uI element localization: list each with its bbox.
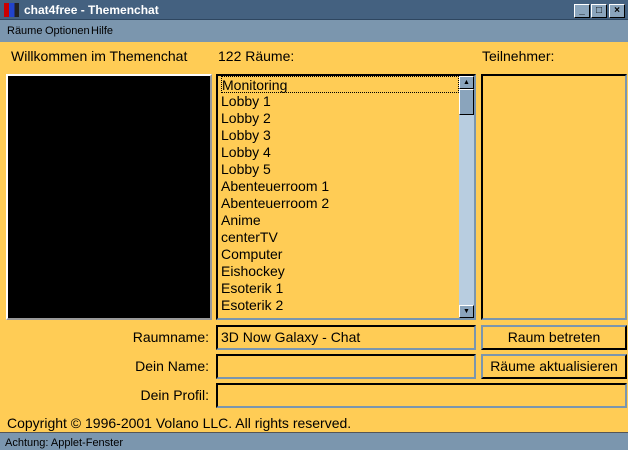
roomname-label: Raumname: (132, 329, 209, 345)
room-list-item[interactable]: Esoterik 2 (221, 297, 459, 314)
close-button[interactable]: × (609, 4, 625, 18)
room-list-item[interactable]: Lobby 2 (221, 110, 459, 127)
roomname-input[interactable]: 3D Now Galaxy - Chat (216, 325, 476, 350)
room-list-item[interactable]: Abenteuerroom 1 (221, 178, 459, 195)
profile-label: Dein Profil: (140, 387, 209, 403)
scroll-down-icon[interactable]: ▼ (459, 305, 474, 318)
title-bar: chat4free - Themenchat _ □ × (0, 0, 628, 20)
room-list-scrollbar[interactable]: ▲ ▼ (459, 76, 474, 318)
scroll-thumb[interactable] (459, 89, 474, 115)
room-list-item[interactable]: centerTV (221, 229, 459, 246)
menu-hilfe[interactable]: Hilfe (91, 25, 113, 37)
yourname-label: Dein Name: (135, 358, 209, 374)
copyright: Copyright © 1996-2001 Volano LLC. All ri… (7, 415, 352, 431)
status-bar: Achtung: Applet-Fenster (0, 432, 628, 450)
menu-raeume[interactable]: Räume (7, 25, 42, 37)
room-list-item[interactable]: Lobby 3 (221, 127, 459, 144)
app-icon[interactable] (4, 3, 19, 17)
profile-input[interactable] (216, 383, 627, 408)
room-list-item[interactable]: Computer (221, 246, 459, 263)
welcome-label: Willkommen im Themenchat (11, 48, 188, 64)
participant-list[interactable] (481, 74, 627, 320)
scroll-up-icon[interactable]: ▲ (459, 76, 474, 89)
maximize-button[interactable]: □ (591, 4, 607, 18)
room-list-item[interactable]: Lobby 5 (221, 161, 459, 178)
menu-bar: Räume Optionen Hilfe (0, 21, 628, 42)
enter-room-button[interactable]: Raum betreten (481, 325, 627, 350)
room-list-item[interactable]: Monitoring (221, 76, 459, 93)
room-list-item[interactable]: Lobby 4 (221, 144, 459, 161)
yourname-input[interactable] (216, 354, 476, 379)
welcome-display (6, 74, 212, 320)
menu-optionen[interactable]: Optionen (45, 25, 90, 37)
minimize-button[interactable]: _ (574, 4, 590, 18)
room-list-item[interactable]: Abenteuerroom 2 (221, 195, 459, 212)
room-list-item[interactable]: Anime (221, 212, 459, 229)
room-list[interactable]: Monitoring Lobby 1 Lobby 2 Lobby 3 Lobby 4 Lo… (216, 74, 476, 320)
room-list-item[interactable]: Lobby 1 (221, 93, 459, 110)
refresh-rooms-button[interactable]: Räume aktualisieren (481, 354, 627, 379)
window-title: chat4free - Themenchat (24, 3, 159, 17)
room-list-item[interactable]: Eishockey (221, 263, 459, 280)
room-list-item[interactable]: Esoterik 1 (221, 280, 459, 297)
rooms-count-label: 122 Räume: (218, 48, 295, 64)
participants-label: Teilnehmer: (482, 48, 555, 64)
